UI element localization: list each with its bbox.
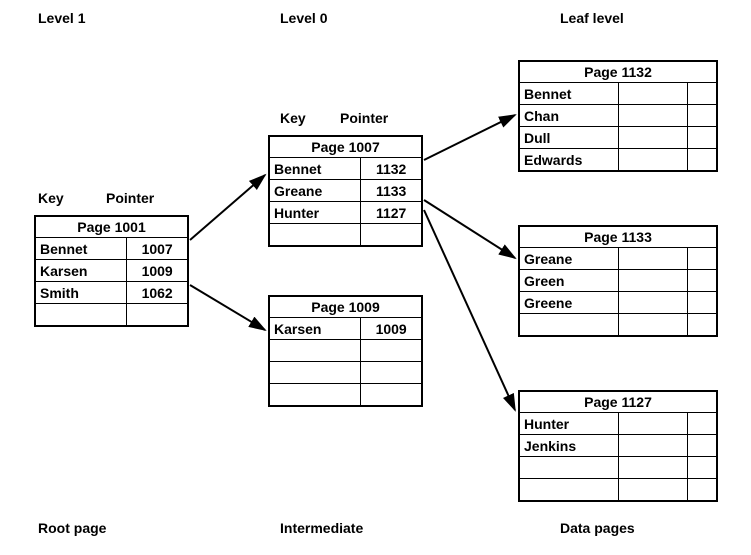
page-1132: Page 1132 Bennet Chan Dull Edwards	[518, 60, 718, 172]
arrow-1007-1132	[424, 115, 515, 160]
cell-empty	[519, 457, 618, 479]
cell-empty	[687, 479, 717, 502]
cell-empty	[361, 224, 422, 247]
cell-empty	[361, 362, 422, 384]
cell-empty	[269, 384, 361, 407]
cell-empty	[361, 384, 422, 407]
cell-key: Green	[519, 270, 618, 292]
cell-empty	[687, 435, 717, 457]
arrow-1001-1009	[190, 285, 265, 330]
cell-key: Chan	[519, 105, 618, 127]
cell-key: Hunter	[519, 413, 618, 435]
cell-empty	[687, 457, 717, 479]
cell-key: Karsen	[35, 260, 127, 282]
page-1127: Page 1127 Hunter Jenkins	[518, 390, 718, 502]
cell-key: Karsen	[269, 318, 361, 340]
cell-ptr: 1132	[361, 158, 422, 180]
cell-key: Bennet	[269, 158, 361, 180]
cell-empty	[618, 435, 687, 457]
label-leaf: Leaf level	[560, 10, 624, 26]
label-data: Data pages	[560, 520, 635, 536]
cell-empty	[618, 413, 687, 435]
cell-empty	[618, 248, 687, 270]
cell-empty	[687, 270, 717, 292]
cell-empty	[687, 149, 717, 172]
cell-key: Greane	[269, 180, 361, 202]
cell-key: Dull	[519, 127, 618, 149]
cell-ptr: 1009	[127, 260, 188, 282]
cell-empty	[519, 479, 618, 502]
label-key-2: Key	[280, 110, 306, 126]
cell-empty	[687, 314, 717, 337]
cell-empty	[618, 149, 687, 172]
cell-key: Edwards	[519, 149, 618, 172]
cell-empty	[618, 127, 687, 149]
cell-empty	[687, 83, 717, 105]
cell-key: Bennet	[519, 83, 618, 105]
cell-empty	[618, 314, 687, 337]
cell-empty	[519, 314, 618, 337]
page-title: Page 1132	[519, 61, 717, 83]
arrow-1007-1133	[424, 200, 515, 258]
label-root: Root page	[38, 520, 106, 536]
cell-empty	[618, 270, 687, 292]
label-pointer-2: Pointer	[340, 110, 388, 126]
cell-empty	[618, 105, 687, 127]
cell-empty	[687, 413, 717, 435]
cell-ptr: 1127	[361, 202, 422, 224]
cell-key: Greene	[519, 292, 618, 314]
cell-ptr: 1007	[127, 238, 188, 260]
label-pointer-1: Pointer	[106, 190, 154, 206]
cell-ptr: 1133	[361, 180, 422, 202]
cell-empty	[269, 340, 361, 362]
cell-empty	[618, 292, 687, 314]
cell-key: Greane	[519, 248, 618, 270]
arrow-1001-1007	[190, 175, 265, 240]
cell-ptr: 1062	[127, 282, 188, 304]
page-1007: Page 1007 Bennet1132 Greane1133 Hunter11…	[268, 135, 423, 247]
cell-empty	[618, 479, 687, 502]
cell-empty	[618, 457, 687, 479]
cell-empty	[35, 304, 127, 327]
cell-key: Bennet	[35, 238, 127, 260]
page-title: Page 1007	[269, 136, 422, 158]
cell-empty	[269, 224, 361, 247]
cell-empty	[687, 248, 717, 270]
cell-empty	[618, 83, 687, 105]
cell-empty	[687, 292, 717, 314]
cell-empty	[269, 362, 361, 384]
cell-empty	[361, 340, 422, 362]
cell-empty	[687, 127, 717, 149]
label-intermediate: Intermediate	[280, 520, 363, 536]
cell-key: Smith	[35, 282, 127, 304]
page-1009: Page 1009 Karsen1009	[268, 295, 423, 407]
page-title: Page 1127	[519, 391, 717, 413]
page-title: Page 1009	[269, 296, 422, 318]
cell-empty	[687, 105, 717, 127]
page-title: Page 1133	[519, 226, 717, 248]
label-key-1: Key	[38, 190, 64, 206]
label-level1: Level 1	[38, 10, 85, 26]
page-1133: Page 1133 Greane Green Greene	[518, 225, 718, 337]
page-1001: Page 1001 Bennet1007 Karsen1009 Smith106…	[34, 215, 189, 327]
cell-ptr: 1009	[361, 318, 422, 340]
page-title: Page 1001	[35, 216, 188, 238]
arrow-1007-1127	[424, 210, 515, 410]
cell-empty	[127, 304, 188, 327]
label-level0: Level 0	[280, 10, 327, 26]
cell-key: Jenkins	[519, 435, 618, 457]
cell-key: Hunter	[269, 202, 361, 224]
